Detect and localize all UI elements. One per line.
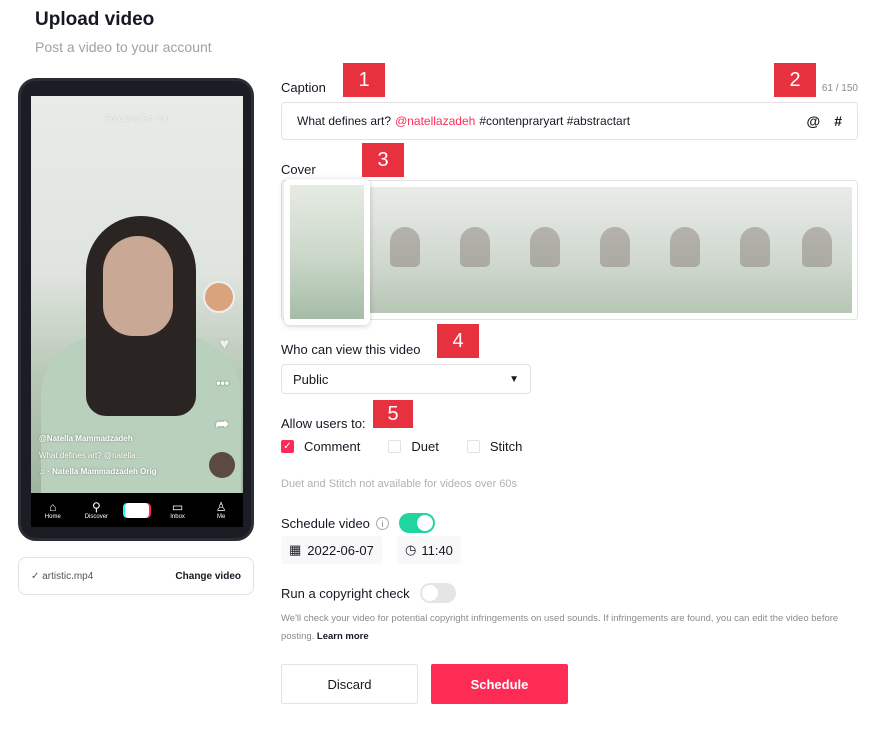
video-preview: Following For You @Natella Mammadzadeh W… [18, 78, 254, 541]
avatar [203, 281, 235, 313]
video-frame[interactable]: Following For You @Natella Mammadzadeh W… [31, 96, 243, 493]
preview-nav: ⌂ Home ⚲ Discover + ▭ Inbox ♙ Me [31, 493, 243, 527]
home-icon: ⌂ [49, 500, 57, 514]
annotation-badge-3: 3 [362, 143, 404, 177]
preview-username: @Natella Mammadzadeh [39, 434, 133, 443]
caption-input[interactable]: What defines art? @natellazadeh #contenpra… [281, 102, 858, 140]
stitch-checkbox[interactable] [466, 440, 480, 453]
heart-icon: ♥ [219, 336, 230, 353]
annotation-badge-1: 1 [343, 63, 385, 97]
privacy-label: Who can view this video [281, 342, 421, 357]
learn-more-link[interactable]: Learn more [317, 631, 369, 642]
top-tabs: Following For You [106, 114, 170, 123]
music-disc-icon [209, 452, 235, 478]
preview-caption: What defines art? @natella... [39, 451, 143, 460]
copyright-note: We'll check your video for potential cop… [281, 613, 839, 642]
copyright-label: Run a copyright check [281, 585, 410, 601]
copyright-toggle[interactable] [419, 583, 456, 603]
selected-cover[interactable] [284, 179, 370, 325]
cover-selector[interactable] [281, 179, 858, 325]
mention: @natellazadeh [395, 114, 476, 128]
nav-me: ♙ Me [206, 500, 236, 520]
page-title: Upload video [35, 9, 155, 30]
file-name: artistic.mp4 [42, 570, 94, 582]
privacy-select[interactable]: Public ▼ [281, 364, 531, 394]
time-picker[interactable]: ◷ 11:40 [397, 536, 461, 564]
discard-button[interactable]: Discard [281, 664, 418, 704]
page-subtitle: Post a video to your account [35, 39, 212, 55]
music-icon: ♫ [39, 467, 48, 476]
schedule-label: Schedule video [281, 515, 370, 531]
schedule-toggle[interactable] [398, 513, 435, 533]
check-circle-icon: ✓ [31, 570, 43, 582]
hashtag-icon[interactable]: # [834, 113, 842, 129]
nav-home: ⌂ Home [38, 500, 68, 520]
annotation-badge-4: 4 [437, 324, 479, 358]
profile-icon: ♙ [215, 500, 227, 514]
cover-label: Cover [281, 162, 316, 177]
caption-count: 61 / 150 [821, 83, 858, 94]
file-info: ✓ artistic.mp4 Change video [18, 557, 254, 595]
caret-down-icon: ▼ [509, 373, 519, 385]
nav-inbox: ▭ Inbox [163, 500, 193, 520]
search-icon: ⚲ [91, 500, 101, 514]
caption-label: Caption [281, 80, 326, 95]
calendar-icon: ▦ [289, 542, 302, 557]
comment-checkbox[interactable]: ✓ [281, 440, 294, 453]
change-video-button[interactable]: Change video [175, 571, 241, 582]
schedule-button[interactable]: Schedule [431, 664, 568, 704]
annotation-badge-2: 2 [774, 63, 816, 97]
plus-icon: + [124, 502, 149, 518]
at-icon[interactable]: @ [807, 113, 821, 129]
duet-checkbox[interactable] [388, 440, 402, 453]
nav-discover: ⚲ Discover [81, 500, 111, 520]
inbox-icon: ▭ [171, 500, 184, 514]
share-icon: ➦ [215, 416, 229, 433]
clock-icon: ◷ [405, 542, 417, 557]
allow-note: Duet and Stitch not available for videos… [281, 478, 518, 490]
preview-sound: · Natella Mammadzadeh Orig [47, 467, 157, 476]
annotation-badge-5: 5 [373, 400, 413, 428]
more-icon: ••• [216, 376, 229, 390]
info-icon[interactable]: i [375, 516, 389, 530]
date-picker[interactable]: ▦ 2022-06-07 [281, 536, 382, 564]
allow-label: Allow users to: [281, 416, 366, 431]
